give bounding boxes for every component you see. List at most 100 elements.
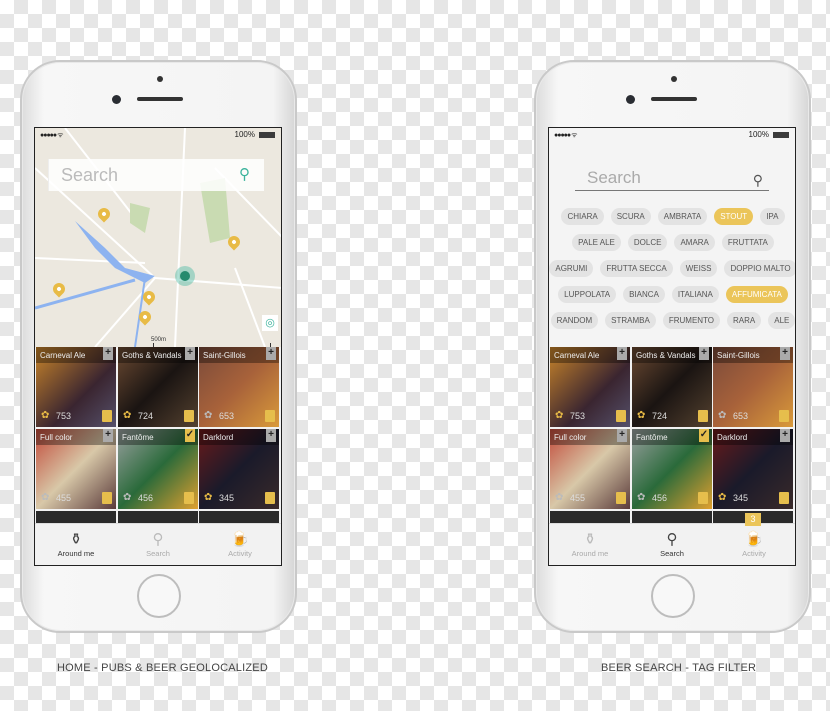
search-icon[interactable]: ⚲ — [753, 168, 763, 192]
tag-chip[interactable]: RANDOM — [550, 312, 599, 329]
beer-card[interactable]: Fantôme ✓ ✿ 456 — [632, 429, 712, 509]
map[interactable]: Search ⚲ 500m ◎ — [35, 128, 281, 347]
phone-search: Search ⚲ CHIARA SCURA AMBRATA STOUT IPA PALE … — [534, 60, 811, 633]
beer-mug-icon[interactable] — [698, 410, 708, 422]
beer-mug-icon[interactable] — [265, 410, 275, 422]
beer-mug-icon[interactable] — [779, 410, 789, 422]
beer-card[interactable]: Fantôme ✓ ✿ 456 — [118, 429, 198, 509]
tag-chip[interactable]: DOLCE — [627, 234, 668, 251]
beer-card-partial[interactable] — [632, 511, 712, 523]
beer-card[interactable]: Goths & Vandals + ✿ 724 — [118, 347, 198, 427]
tag-chip[interactable]: LUPPOLATA — [558, 286, 617, 303]
tag-chip[interactable]: BIANCA — [623, 286, 665, 303]
beer-score: 653 — [219, 411, 235, 421]
tab-around-me[interactable]: ⚱ Around me — [549, 524, 631, 565]
beer-card[interactable]: Carneval Ale + ✿ 753 — [550, 347, 630, 427]
tab-activity[interactable]: 🍺 Activity — [199, 524, 281, 565]
beer-card[interactable]: Saint-Gillois + ✿ 653 — [713, 347, 793, 427]
tag-chip[interactable]: DOPPIO MALTO — [724, 260, 795, 277]
beer-card-partial[interactable] — [36, 511, 116, 523]
add-bookmark-icon[interactable]: + — [699, 347, 709, 360]
beer-mug-icon[interactable] — [184, 410, 194, 422]
battery-icon — [259, 132, 275, 138]
beer-card[interactable]: Full color + ✿ 455 — [36, 429, 116, 509]
tag-chip[interactable]: STOUT — [714, 208, 754, 225]
beer-mugs-icon: 🍺 — [744, 531, 764, 548]
tag-chip[interactable]: FRUMENTO — [662, 312, 721, 329]
tag-chip[interactable]: SCURA — [610, 208, 651, 225]
search-input[interactable]: Search ⚲ — [575, 166, 769, 191]
front-camera — [626, 95, 635, 104]
map-search-input[interactable]: Search ⚲ — [48, 159, 264, 191]
tag-chip[interactable]: AGRUMI — [549, 260, 594, 277]
medal-icon: ✿ — [41, 492, 50, 503]
tab-label: Search — [660, 549, 684, 558]
locate-me-button[interactable]: ◎ — [262, 315, 278, 331]
add-bookmark-icon[interactable]: + — [780, 429, 790, 442]
beer-card-partial[interactable] — [199, 511, 279, 523]
tag-row: AGRUMI FRUTTA SECCA WEISS DOPPIO MALTO — [549, 260, 795, 277]
add-bookmark-icon[interactable]: + — [185, 347, 195, 360]
home-screen: Search ⚲ 500m ◎ ●●●●● ᯤ 100% Carneval Al… — [34, 127, 282, 566]
beer-card[interactable]: Darklord + ✿ 345 — [713, 429, 793, 509]
tag-chip[interactable]: STRAMBA — [605, 312, 656, 329]
add-bookmark-icon[interactable]: + — [780, 347, 790, 360]
search-icon[interactable]: ⚲ — [239, 165, 250, 183]
tab-search[interactable]: ⚲ Search — [117, 524, 199, 565]
add-bookmark-icon[interactable]: + — [266, 347, 276, 360]
tag-chip[interactable]: AFFUMICATA — [725, 286, 788, 303]
beer-card[interactable]: Carneval Ale + ✿ 753 — [36, 347, 116, 427]
tag-chip[interactable]: FRUTTA SECCA — [600, 260, 673, 277]
beer-card[interactable]: Full color + ✿ 455 — [550, 429, 630, 509]
add-bookmark-icon[interactable]: + — [266, 429, 276, 442]
map-scale: 500m — [151, 337, 281, 347]
beer-mug-icon[interactable] — [698, 492, 708, 504]
search-icon: ⚲ — [152, 531, 164, 548]
beer-mug-icon[interactable] — [265, 492, 275, 504]
beer-mug-icon[interactable] — [779, 492, 789, 504]
sensor — [671, 76, 677, 82]
status-bar: ●●●●● ᯤ 100% — [549, 128, 795, 142]
tag-chip[interactable]: ALE — [768, 312, 795, 329]
tag-chip[interactable]: RARA — [727, 312, 762, 329]
beer-mug-icon[interactable] — [616, 492, 626, 504]
home-button[interactable] — [137, 574, 181, 618]
tag-chip[interactable]: PALE ALE — [572, 234, 621, 251]
search-placeholder: Search — [587, 168, 641, 187]
beer-score: 456 — [138, 493, 154, 503]
beer-score: 455 — [570, 493, 586, 503]
add-bookmark-icon[interactable]: + — [103, 429, 113, 442]
tab-activity[interactable]: 🍺 Activity 3 — [713, 513, 795, 565]
home-button[interactable] — [651, 574, 695, 618]
tag-chip[interactable]: AMBRATA — [657, 208, 708, 225]
add-bookmark-icon[interactable]: + — [617, 429, 627, 442]
tag-chip[interactable]: CHIARA — [561, 208, 604, 225]
tab-label: Search — [146, 549, 170, 558]
add-bookmark-icon[interactable]: + — [617, 347, 627, 360]
tab-bar: ⚱ Around me ⚲ Search 🍺 Activity 3 — [549, 513, 795, 565]
beer-mug-icon[interactable] — [102, 492, 112, 504]
tag-chip[interactable]: ITALIANA — [671, 286, 719, 303]
medal-icon: ✿ — [637, 410, 646, 421]
tag-chip[interactable]: IPA — [760, 208, 785, 225]
add-bookmark-icon[interactable]: + — [103, 347, 113, 360]
beer-card-partial[interactable] — [118, 511, 198, 523]
beer-mug-icon[interactable] — [616, 410, 626, 422]
beer-card[interactable]: Goths & Vandals + ✿ 724 — [632, 347, 712, 427]
medal-icon: ✿ — [41, 410, 50, 421]
bookmarked-icon[interactable]: ✓ — [699, 429, 709, 442]
tab-around-me[interactable]: ⚱ Around me — [35, 524, 117, 565]
beer-card[interactable]: Darklord + ✿ 345 — [199, 429, 279, 509]
tab-search[interactable]: ⚲ Search — [631, 524, 713, 565]
search-icon: ⚲ — [666, 531, 678, 548]
tag-chip[interactable]: WEISS — [679, 260, 718, 277]
activity-badge: 3 — [745, 513, 761, 526]
beer-card[interactable]: Saint-Gillois + ✿ 653 — [199, 347, 279, 427]
bookmarked-icon[interactable]: ✓ — [185, 429, 195, 442]
tag-chip[interactable]: FRUTTATA — [721, 234, 774, 251]
beer-card-partial[interactable] — [550, 511, 630, 523]
beer-mug-icon[interactable] — [102, 410, 112, 422]
beer-mug-icon[interactable] — [184, 492, 194, 504]
tag-chip[interactable]: AMARA — [674, 234, 715, 251]
bottles-icon: ⚱ — [69, 531, 83, 548]
